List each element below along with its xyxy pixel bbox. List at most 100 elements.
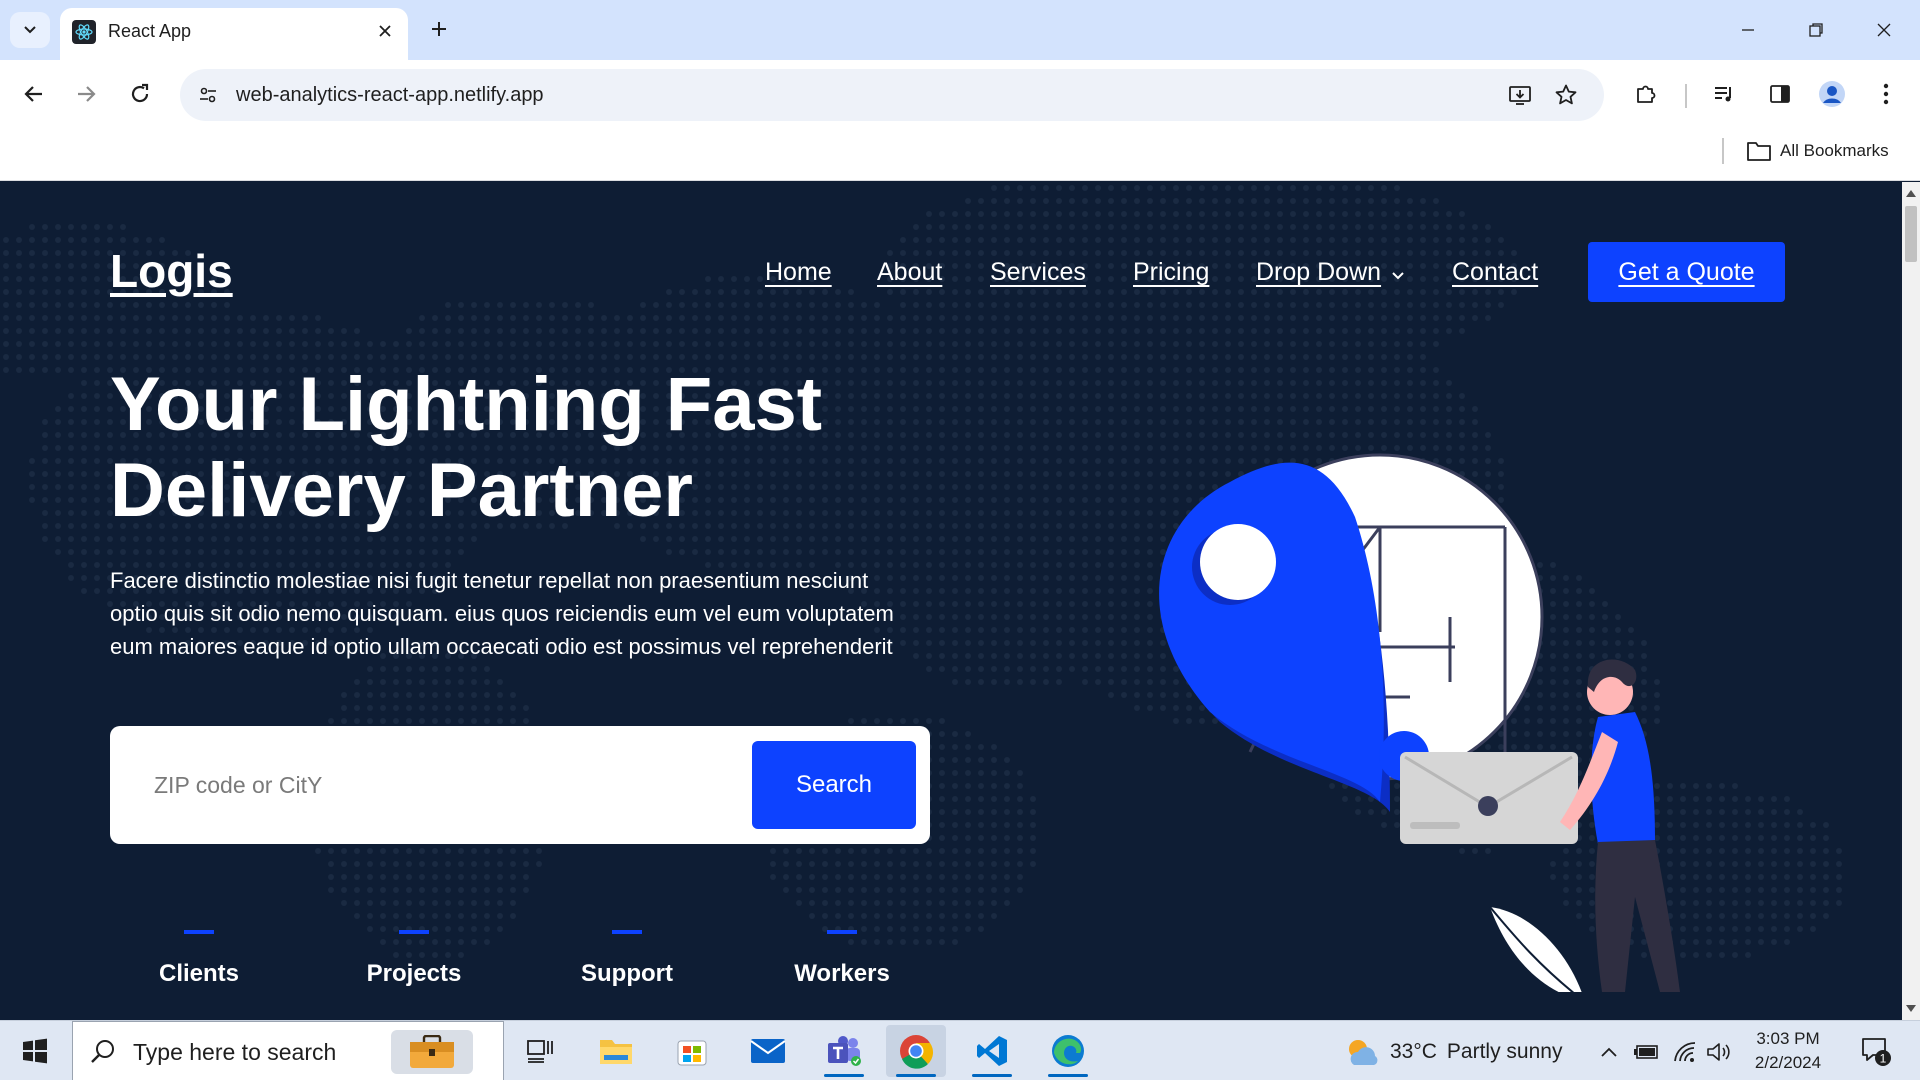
nav-contact[interactable]: Contact [1452,258,1538,287]
new-tab-button[interactable] [424,14,454,44]
bookmarks-bar: All Bookmarks [0,130,1920,181]
stat-label: Clients [158,960,239,987]
task-view-icon [527,1040,553,1063]
zip-city-input[interactable] [154,762,694,808]
scroll-down-arrow[interactable] [1906,1004,1916,1014]
notification-center-button[interactable]: 1 [1858,1033,1894,1069]
chevron-down-icon[interactable] [1390,268,1406,284]
show-hidden-icons-button[interactable] [1594,1037,1624,1067]
minimize-icon [1742,29,1754,31]
side-panel-button[interactable] [1760,74,1800,114]
speaker-icon [1707,1043,1730,1061]
hero-title-line-1: Your Lightning Fast [110,362,823,447]
teams-icon [828,1036,861,1066]
hero-description-line-3: eum maiores eaque id optio ullam occaeca… [110,634,893,659]
mail-button[interactable] [738,1025,798,1077]
restore-button[interactable] [1792,12,1840,48]
vscode-button[interactable] [962,1025,1022,1077]
install-app-button[interactable] [1504,79,1536,111]
react-icon [72,20,96,44]
browser-tab[interactable]: React App [60,8,408,60]
nav-services[interactable]: Services [990,258,1086,287]
search-form: Search [110,726,930,844]
notification-count: 1 [1880,1052,1887,1066]
extensions-button[interactable] [1626,74,1666,114]
close-window-button[interactable] [1860,12,1908,48]
minimize-button[interactable] [1724,12,1772,48]
arrow-right-icon [78,86,96,102]
stat-clients: Clients [114,930,284,988]
profile-button[interactable] [1812,74,1852,114]
page-scrollbar[interactable] [1902,182,1920,1020]
playlist-icon [1715,87,1731,102]
toolbar-divider [1685,84,1687,108]
media-control-button[interactable] [1704,74,1744,114]
delivery-illustration [1159,453,1680,992]
chevron-down-icon [24,26,36,34]
tab-search-button[interactable] [10,12,50,48]
taskbar-search-box[interactable]: Type here to search [72,1021,504,1080]
avatar-icon [1819,81,1845,107]
hero-description-line-2: optio quis sit odio nemo quisquam. eius … [110,601,894,626]
tab-close-button[interactable] [372,18,398,44]
start-button[interactable] [12,1033,58,1069]
weather-widget[interactable]: 33°C Partly sunny [1344,1035,1562,1069]
battery-icon [1634,1045,1658,1059]
restore-icon [1809,23,1823,37]
more-vertical-icon [1883,83,1889,105]
address-bar[interactable]: web-analytics-react-app.netlify.app [180,69,1604,121]
stat-label: Support [581,960,673,987]
nav-pricing[interactable]: Pricing [1133,258,1209,287]
nav-dropdown[interactable]: Drop Down [1256,258,1381,287]
browser-menu-button[interactable] [1866,74,1906,114]
site-logo[interactable]: Logis [110,244,233,298]
teams-button[interactable] [814,1025,874,1077]
nav-home[interactable]: Home [765,258,832,287]
close-icon [1877,23,1891,37]
chrome-button[interactable] [886,1025,946,1077]
stat-support: Support [542,930,712,988]
reload-button[interactable] [120,74,160,114]
store-icon [677,1040,707,1066]
reload-icon [131,83,149,103]
puzzle-icon [1637,85,1656,103]
system-clock[interactable]: 3:03 PM 2/2/2024 [1738,1027,1838,1075]
close-icon [379,25,391,37]
hero-title: Your Lightning Fast Delivery Partner [110,362,1010,534]
plus-icon [432,22,446,36]
vscode-icon [977,1036,1007,1066]
microsoft-store-button[interactable] [662,1025,722,1077]
file-explorer-icon [600,1040,632,1064]
scrollbar-thumb[interactable] [1905,206,1917,262]
nav-about[interactable]: About [877,258,942,287]
clock-time: 3:03 PM [1756,1029,1820,1048]
notification-icon: 1 [1862,1038,1891,1066]
stat-accent-bar [184,930,214,934]
side-panel-icon [1770,85,1790,103]
weather-temp: 33°C [1390,1040,1437,1063]
clock-date: 2/2/2024 [1754,1053,1822,1072]
folder-icon [1747,142,1771,161]
get-quote-button[interactable]: Get a Quote [1588,242,1785,302]
bookmark-star-button[interactable] [1550,79,1582,111]
url-text[interactable]: web-analytics-react-app.netlify.app [236,84,544,107]
edge-button[interactable] [1038,1025,1098,1077]
stat-accent-bar [612,930,642,934]
scroll-up-arrow[interactable] [1906,188,1916,198]
network-button[interactable] [1670,1037,1700,1067]
stat-label: Workers [794,960,890,987]
stat-label: Projects [366,960,462,987]
search-button[interactable]: Search [752,741,916,829]
windows-logo-icon [23,1038,47,1064]
all-bookmarks-label: All Bookmarks [1780,141,1889,160]
volume-button[interactable] [1704,1037,1734,1067]
battery-button[interactable] [1632,1037,1662,1067]
weather-description: Partly sunny [1446,1040,1563,1063]
forward-button[interactable] [66,74,106,114]
site-settings-icon[interactable] [194,81,222,109]
all-bookmarks-button[interactable]: All Bookmarks [1746,136,1889,166]
file-explorer-button[interactable] [586,1025,646,1077]
arrow-left-icon [24,86,42,102]
back-button[interactable] [14,74,54,114]
task-view-button[interactable] [510,1025,570,1077]
